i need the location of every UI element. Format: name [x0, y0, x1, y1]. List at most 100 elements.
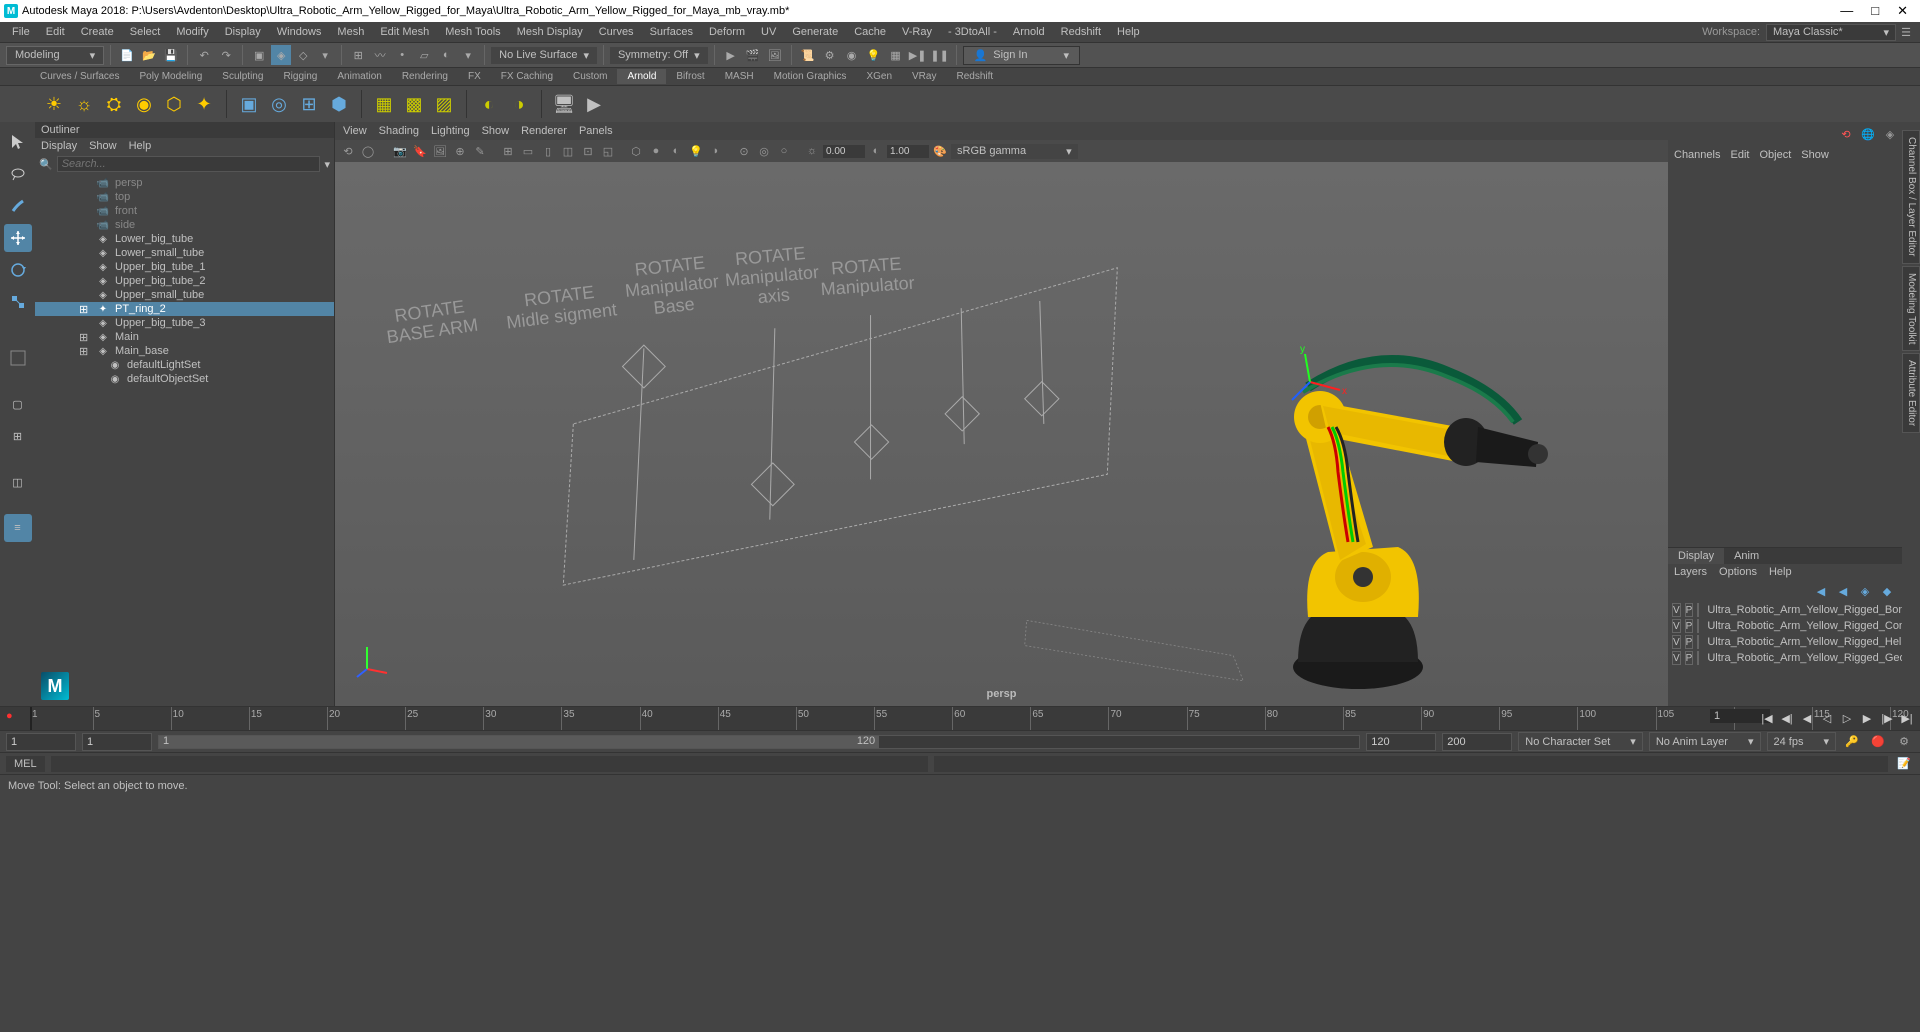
scale-tool[interactable] — [4, 288, 32, 316]
render-icon[interactable]: 🎬 — [743, 45, 763, 65]
snap-surface-icon[interactable]: ◐ — [436, 45, 456, 65]
tree-item[interactable]: ◈Upper_small_tube — [35, 288, 334, 302]
hypershade-icon[interactable]: ◉ — [842, 45, 862, 65]
texture-noise-icon[interactable]: ▩ — [400, 90, 428, 118]
paint-select-tool[interactable] — [4, 192, 32, 220]
menu-vray[interactable]: V-Ray — [894, 26, 940, 38]
vp-exposure-icon[interactable]: ☼ — [803, 142, 821, 160]
shelf-tab-polymodeling[interactable]: Poly Modeling — [129, 69, 212, 84]
character-set-selector[interactable]: No Character Set▾ — [1518, 732, 1643, 751]
channels-menu[interactable]: Channels — [1674, 149, 1720, 161]
menu-create[interactable]: Create — [73, 26, 122, 38]
construction-history-icon[interactable]: 📜 — [798, 45, 818, 65]
anim-prefs-icon[interactable]: ⚙ — [1894, 732, 1914, 752]
new-scene-icon[interactable]: 📄 — [117, 45, 137, 65]
select-object-icon[interactable]: ◈ — [271, 45, 291, 65]
vp-view-menu[interactable]: View — [343, 125, 367, 137]
script-editor-icon[interactable]: 📝 — [1894, 754, 1914, 774]
layer-vis-toggle[interactable]: V — [1672, 619, 1681, 633]
rotate-tool[interactable] — [4, 256, 32, 284]
layer-new-selected-icon[interactable]: ◆ — [1878, 582, 1896, 600]
render-sequence-icon[interactable]: ▶ — [580, 90, 608, 118]
snap-plane-icon[interactable]: ▱ — [414, 45, 434, 65]
menu-curves[interactable]: Curves — [591, 26, 642, 38]
tree-item[interactable]: ◉defaultObjectSet — [35, 372, 334, 386]
layer-vis-toggle[interactable]: V — [1672, 651, 1681, 665]
shader-volume-icon[interactable]: ◑ — [505, 90, 533, 118]
vp-lock-camera-icon[interactable]: ◯ — [359, 142, 377, 160]
shelf-tab-rigging[interactable]: Rigging — [273, 69, 327, 84]
close-button[interactable]: ✕ — [1897, 3, 1908, 19]
light-sun-icon[interactable]: ☀ — [40, 90, 68, 118]
texture-place-icon[interactable]: ▦ — [370, 90, 398, 118]
light-area-icon[interactable]: ☼ — [70, 90, 98, 118]
select-tool[interactable] — [4, 128, 32, 156]
select-component-icon[interactable]: ◇ — [293, 45, 313, 65]
volume-sphere-icon[interactable]: ◎ — [265, 90, 293, 118]
vp-bookmarks-icon[interactable]: 🔖 — [411, 142, 429, 160]
tree-item[interactable]: ⊞◈Main — [35, 330, 334, 344]
layer-type-box[interactable] — [1697, 651, 1699, 665]
menu-help[interactable]: Help — [1109, 26, 1148, 38]
step-forward-frame-button[interactable]: ▶ — [1858, 709, 1876, 727]
vp-view-transform[interactable]: sRGB gamma▾ — [951, 144, 1078, 159]
light-mesh-icon[interactable]: ⬡ — [160, 90, 188, 118]
outliner-layout[interactable]: ≡ — [4, 514, 32, 542]
display-layer-row[interactable]: V P Ultra_Robotic_Arm_Yellow_Rigged_Bon — [1668, 602, 1902, 618]
layer-move-up-icon[interactable]: ◀ — [1812, 582, 1830, 600]
channel-edit-menu[interactable]: Edit — [1730, 149, 1749, 161]
tree-item[interactable]: ◈Upper_big_tube_3 — [35, 316, 334, 330]
shelf-tab-sculpting[interactable]: Sculpting — [212, 69, 273, 84]
toggle-playback-icon[interactable]: ▶❚ — [908, 45, 928, 65]
outliner-search-input[interactable] — [57, 156, 321, 172]
channel-show-menu[interactable]: Show — [1801, 149, 1829, 161]
modeling-toolkit-vtab[interactable]: Modeling Toolkit — [1902, 266, 1920, 352]
vp-film-gate-icon[interactable]: ▭ — [519, 142, 537, 160]
search-options-icon[interactable]: ▾ — [324, 158, 330, 171]
tree-item[interactable]: ◈Lower_small_tube — [35, 246, 334, 260]
layer-playback-toggle[interactable]: P — [1685, 651, 1694, 665]
shelf-tab-fxcaching[interactable]: FX Caching — [491, 69, 563, 84]
sign-in-button[interactable]: 👤 Sign In ▾ — [963, 46, 1080, 65]
menu-cache[interactable]: Cache — [846, 26, 894, 38]
fps-selector[interactable]: 24 fps▾ — [1767, 732, 1837, 751]
shelf-tab-xgen[interactable]: XGen — [856, 69, 902, 84]
move-tool[interactable] — [4, 224, 32, 252]
ipr-icon[interactable]: ▶ — [721, 45, 741, 65]
menu-dtoall[interactable]: - 3DtoAll - — [940, 26, 1005, 38]
shelf-tab-redshift[interactable]: Redshift — [946, 69, 1003, 84]
vp-image-plane-icon[interactable]: 🖼 — [431, 142, 449, 160]
vp-panels-menu[interactable]: Panels — [579, 125, 613, 137]
go-to-end-button[interactable]: ▶| — [1898, 709, 1916, 727]
menu-meshdisplay[interactable]: Mesh Display — [509, 26, 591, 38]
shelf-tab-arnold[interactable]: Arnold — [617, 69, 666, 84]
shelf-tab-mash[interactable]: MASH — [715, 69, 764, 84]
light-spot-icon[interactable]: ⛭ — [100, 90, 128, 118]
tree-item[interactable]: 📹front — [35, 204, 334, 218]
vp-exposure-field[interactable]: 0.00 — [823, 145, 865, 158]
menu-surfaces[interactable]: Surfaces — [642, 26, 701, 38]
mode-selector[interactable]: Modeling▾ — [6, 46, 104, 65]
menu-arnold[interactable]: Arnold — [1005, 26, 1053, 38]
save-scene-icon[interactable]: 💾 — [161, 45, 181, 65]
vp-smooth-shade-icon[interactable]: ● — [647, 142, 665, 160]
range-slider[interactable]: 1120 — [158, 735, 1360, 749]
manip-world-icon[interactable]: 🌐 — [1859, 125, 1877, 143]
display-tab[interactable]: Display — [1668, 548, 1724, 564]
menu-display[interactable]: Display — [217, 26, 269, 38]
two-pane-vertical-layout[interactable]: ◫ — [4, 468, 32, 496]
layer-help-menu[interactable]: Help — [1769, 566, 1792, 578]
vp-color-mgmt-icon[interactable]: 🎨 — [931, 142, 949, 160]
symmetry-selector[interactable]: Symmetry: Off▾ — [610, 47, 708, 64]
open-scene-icon[interactable]: 📂 — [139, 45, 159, 65]
menu-edit[interactable]: Edit — [38, 26, 73, 38]
menu-file[interactable]: File — [4, 26, 38, 38]
snap-curve-icon[interactable]: 〰 — [370, 45, 390, 65]
tree-item[interactable]: ◈Upper_big_tube_2 — [35, 274, 334, 288]
shelf-tab-custom[interactable]: Custom — [563, 69, 617, 84]
vp-textured-icon[interactable]: ◐ — [667, 142, 685, 160]
layer-move-down-icon[interactable]: ◀ — [1834, 582, 1852, 600]
shelf-tab-motiongraphics[interactable]: Motion Graphics — [764, 69, 857, 84]
anim-tab[interactable]: Anim — [1724, 548, 1769, 564]
lasso-tool[interactable] — [4, 160, 32, 188]
